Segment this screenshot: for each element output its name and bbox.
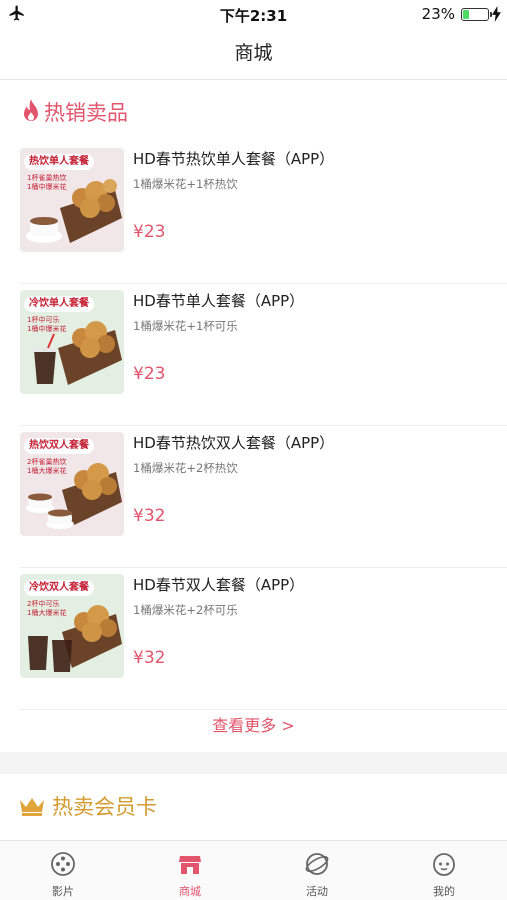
product-thumbnail: 冷饮单人套餐 1杯中可乐 1桶中爆米花 (20, 290, 124, 394)
navigation-bar: 商城 (0, 28, 507, 80)
thumbnail-tag: 冷饮双人套餐 (24, 580, 94, 596)
thumbnail-line: 1桶中爆米花 (27, 183, 67, 191)
section-divider (0, 752, 507, 774)
tab-label: 活动 (306, 885, 328, 898)
thumbnail-tag: 热饮单人套餐 (24, 154, 94, 170)
product-price: ¥32 (133, 648, 166, 668)
see-more-link[interactable]: 查看更多 > (0, 712, 507, 736)
product-name: HD春节双人套餐（APP） (133, 576, 305, 594)
planet-icon (305, 853, 329, 875)
thumbnail-tag: 冷饮单人套餐 (24, 296, 94, 312)
product-price: ¥23 (133, 222, 166, 242)
product-description: 1桶爆米花+2杯热饮 (133, 461, 238, 475)
store-icon (179, 856, 201, 874)
charging-bolt-icon (492, 6, 501, 22)
flame-icon (24, 99, 38, 121)
product-name: HD春节热饮单人套餐（APP） (133, 150, 335, 168)
product-thumbnail: 热饮双人套餐 2杯雀巢热饮 1桶大爆米花 (20, 432, 124, 536)
battery-icon (461, 8, 492, 21)
crown-icon (20, 798, 44, 816)
product-description: 1桶爆米花+1杯热饮 (133, 177, 238, 191)
member-cards-header: 热卖会员卡 (0, 776, 507, 836)
hot-products-header: 热销卖品 (0, 82, 507, 142)
tab-label: 我的 (433, 885, 455, 898)
product-thumbnail: 热饮单人套餐 1杯雀巢热饮 1桶中爆米花 (20, 148, 124, 252)
thumbnail-tag: 热饮双人套餐 (24, 438, 94, 454)
tab-activities[interactable]: 活动 (254, 841, 380, 900)
tab-label: 商城 (179, 885, 201, 898)
status-bar: 下午2:31 23% (0, 0, 507, 28)
thumbnail-line: 1桶大爆米花 (27, 609, 67, 617)
product-price: ¥23 (133, 364, 166, 384)
battery-percentage: 23% (421, 5, 455, 23)
film-reel-icon (51, 852, 75, 876)
product-item[interactable]: 热饮单人套餐 1杯雀巢热饮 1桶中爆米花 HD春节热饮单人套餐（APP） 1桶爆… (20, 142, 507, 284)
thumbnail-line: 1桶中爆米花 (27, 325, 67, 333)
product-description: 1桶爆米花+2杯可乐 (133, 603, 238, 617)
product-name: HD春节单人套餐（APP） (133, 292, 305, 310)
section-title: 热销卖品 (44, 101, 128, 125)
tab-store[interactable]: 商城 (127, 841, 253, 900)
page-title: 商城 (234, 42, 273, 64)
product-price: ¥32 (133, 506, 166, 526)
product-description: 1桶爆米花+1杯可乐 (133, 319, 238, 333)
product-item[interactable]: 热饮双人套餐 2杯雀巢热饮 1桶大爆米花 HD春节热饮双人套餐（APP） 1桶爆… (20, 426, 507, 568)
section-title: 热卖会员卡 (52, 795, 157, 819)
tab-label: 影片 (52, 885, 74, 898)
profile-face-icon (433, 853, 455, 876)
bottom-tab-bar: 影片 商城 活动 我的 (0, 840, 507, 900)
tab-movies[interactable]: 影片 (0, 841, 126, 900)
product-thumbnail: 冷饮双人套餐 2杯中可乐 1桶大爆米花 (20, 574, 124, 678)
thumbnail-line: 1桶大爆米花 (27, 467, 67, 475)
product-name: HD春节热饮双人套餐（APP） (133, 434, 335, 452)
product-item[interactable]: 冷饮单人套餐 1杯中可乐 1桶中爆米花 HD春节单人套餐（APP） 1桶爆米花+… (20, 284, 507, 426)
tab-profile[interactable]: 我的 (381, 841, 507, 900)
product-item[interactable]: 冷饮双人套餐 2杯中可乐 1桶大爆米花 HD春节双人套餐（APP） 1桶爆米花+… (20, 568, 507, 710)
